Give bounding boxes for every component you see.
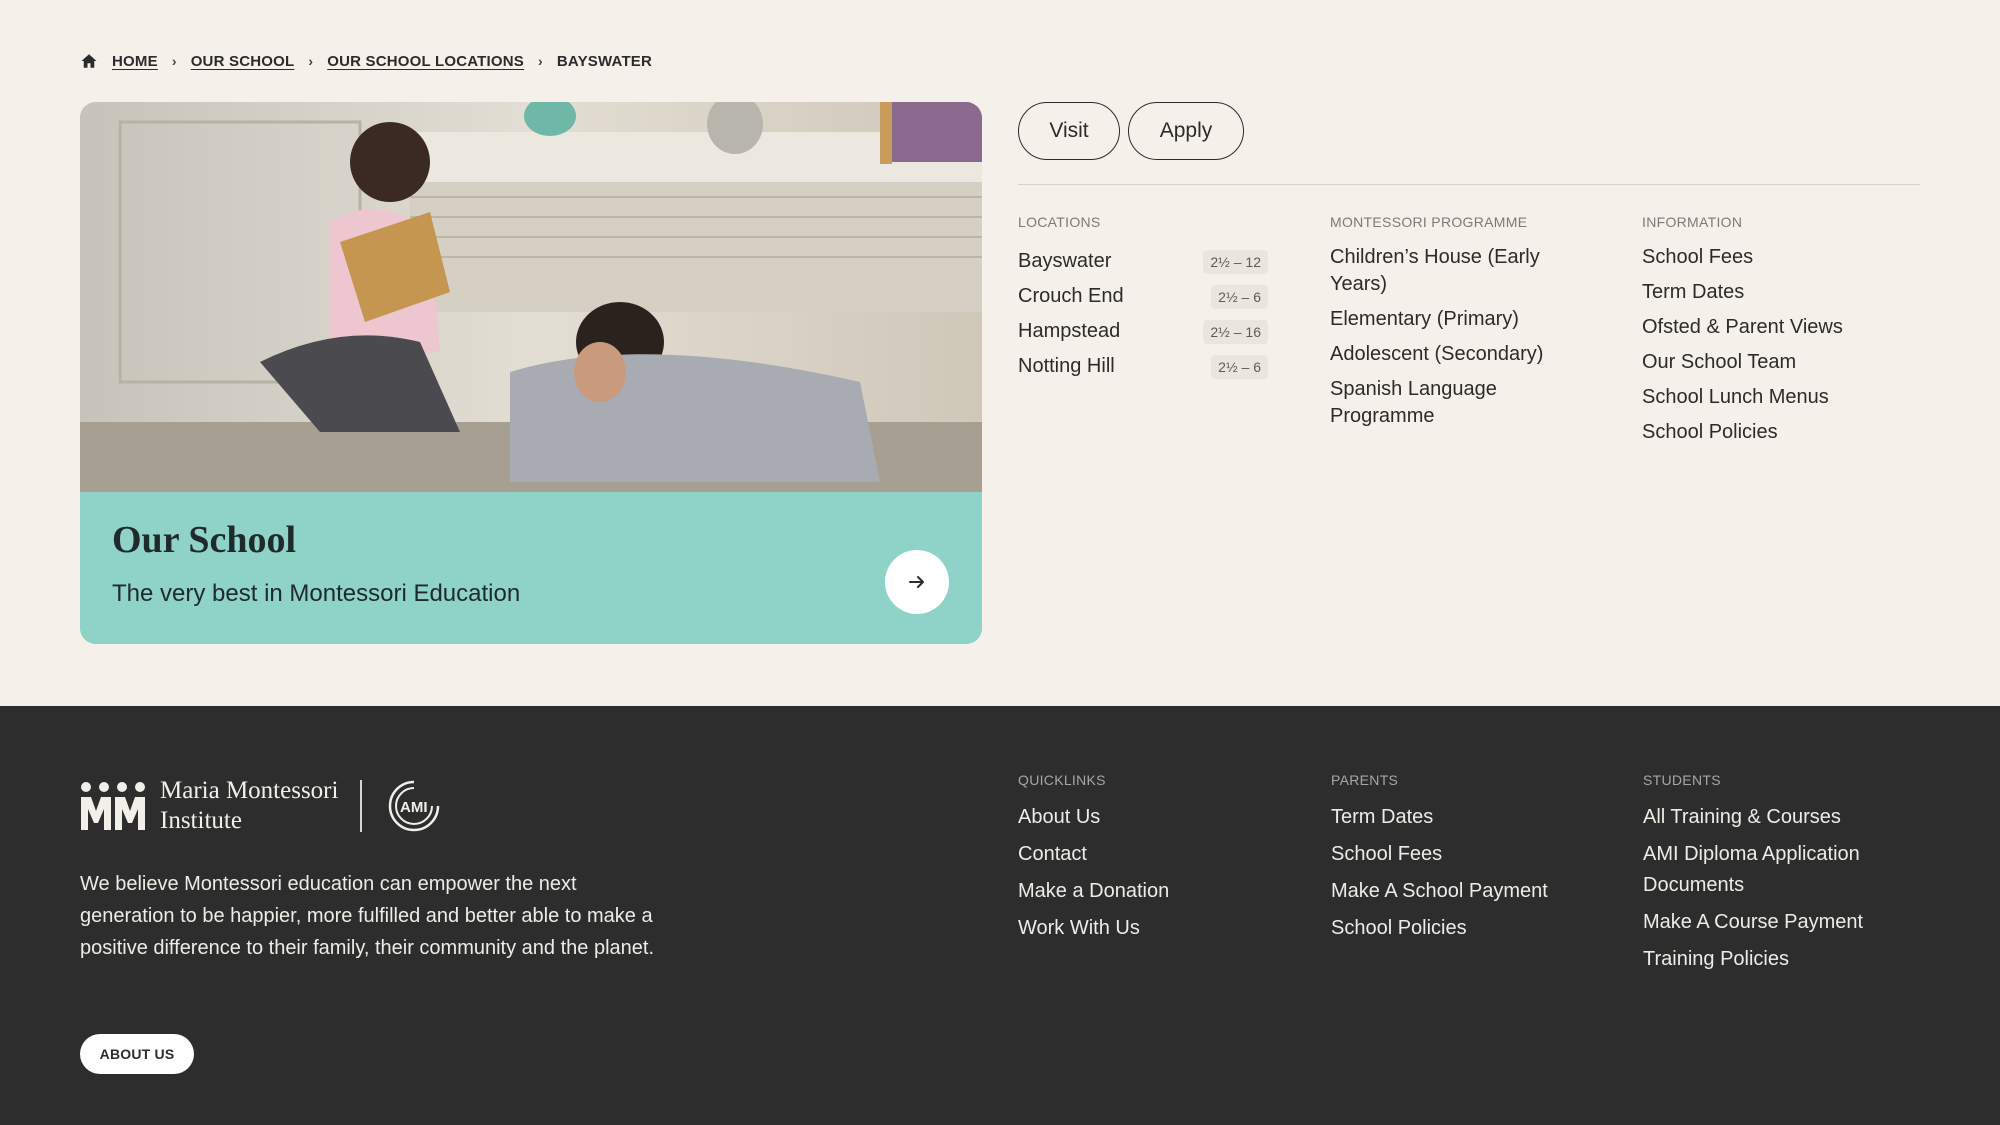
footer-link-course-payment[interactable]: Make A Course Payment [1643,907,1903,938]
arrow-right-button[interactable] [885,550,949,614]
visit-button[interactable]: Visit [1018,102,1120,160]
footer-link-contact[interactable]: Contact [1018,839,1278,870]
footer-link-ami-diploma[interactable]: AMI Diploma Application Documents [1643,839,1903,901]
footer-link-donation[interactable]: Make a Donation [1018,876,1278,907]
location-item-hampstead[interactable]: Hampstead 2½ – 16 [1018,314,1268,349]
footer: Maria Montessori Institute AMI We believ… [0,706,2000,1125]
parents-heading: PARENTS [1331,772,1399,788]
locations-column: LOCATIONS Bayswater 2½ – 12 Crouch End 2… [1018,214,1268,384]
quicklinks-heading: QUICKLINKS [1018,772,1106,788]
breadcrumb-school-locations[interactable]: OUR SCHOOL LOCATIONS [327,53,524,70]
card-body: Our School The very best in Montessori E… [80,492,982,644]
info-link-lunch-menus[interactable]: School Lunch Menus [1642,384,1892,411]
info-link-school-fees[interactable]: School Fees [1642,244,1892,271]
our-school-card[interactable]: Our School The very best in Montessori E… [80,102,982,644]
hero-photo [80,102,982,492]
programme-link-elementary[interactable]: Elementary (Primary) [1330,306,1580,333]
students-column: STUDENTS All Training & Courses AMI Dipl… [1643,772,1903,981]
card-subtitle: The very best in Montessori Education [112,580,521,607]
footer-link-training-policies[interactable]: Training Policies [1643,944,1903,975]
ami-badge-text: AMI [400,799,428,816]
breadcrumb-home[interactable]: HOME [112,53,158,70]
chevron-right-icon: › [171,53,177,69]
location-item-crouch-end[interactable]: Crouch End 2½ – 6 [1018,279,1268,314]
age-range-badge: 2½ – 6 [1211,354,1268,379]
information-heading: INFORMATION [1642,214,1743,230]
age-range-badge: 2½ – 6 [1211,284,1268,309]
ami-logo-icon: AMI [389,780,440,832]
quicklinks-column: QUICKLINKS About Us Contact Make a Donat… [1018,772,1278,950]
programme-link-childrens-house[interactable]: Children’s House (Early Years) [1330,244,1580,298]
chevron-right-icon: › [308,53,314,69]
footer-link-about-us[interactable]: About Us [1018,802,1278,833]
programme-column: MONTESSORI PROGRAMME Children’s House (E… [1330,214,1580,438]
programme-link-spanish[interactable]: Spanish Language Programme [1330,376,1580,430]
mission-statement: We believe Montessori education can empo… [80,873,654,959]
location-name: Crouch End [1018,285,1124,307]
home-icon[interactable] [80,52,98,70]
footer-link-school-payment[interactable]: Make A School Payment [1331,876,1591,907]
card-title: Our School [112,519,297,561]
logo-line-1: Maria Montessori [160,777,339,804]
logo-text: Maria Montessori Institute [160,776,338,836]
chevron-right-icon: › [538,53,543,69]
footer-link-school-fees[interactable]: School Fees [1331,839,1591,870]
arrow-right-icon [909,576,924,588]
programme-link-adolescent[interactable]: Adolescent (Secondary) [1330,341,1580,368]
age-range-badge: 2½ – 16 [1203,319,1268,344]
footer-link-term-dates[interactable]: Term Dates [1331,802,1591,833]
information-column: INFORMATION School Fees Term Dates Ofste… [1642,214,1892,454]
footer-link-work-with-us[interactable]: Work With Us [1018,913,1278,944]
logo-divider [360,780,363,832]
location-name: Notting Hill [1018,355,1115,377]
logo-line-2: Institute [160,807,242,834]
location-item-notting-hill[interactable]: Notting Hill 2½ – 6 [1018,349,1268,384]
mmi-logo-mark-icon [81,782,145,830]
breadcrumb-our-school[interactable]: OUR SCHOOL [191,53,295,70]
info-link-term-dates[interactable]: Term Dates [1642,279,1892,306]
location-name: Bayswater [1018,250,1112,272]
locations-heading: LOCATIONS [1018,214,1101,230]
apply-button[interactable]: Apply [1128,102,1244,160]
info-link-ofsted[interactable]: Ofsted & Parent Views [1642,314,1892,341]
breadcrumb: HOME › OUR SCHOOL › OUR SCHOOL LOCATIONS… [80,52,652,70]
age-range-badge: 2½ – 12 [1203,249,1268,274]
logo[interactable]: Maria Montessori Institute AMI [80,776,444,836]
footer-link-school-policies[interactable]: School Policies [1331,913,1591,944]
breadcrumb-current: BAYSWATER [556,52,653,70]
footer-link-training-courses[interactable]: All Training & Courses [1643,802,1903,833]
students-heading: STUDENTS [1643,772,1721,788]
about-us-button[interactable]: ABOUT US [80,1034,194,1074]
programme-heading: MONTESSORI PROGRAMME [1330,214,1528,230]
divider [1018,184,1920,185]
parents-column: PARENTS Term Dates School Fees Make A Sc… [1331,772,1591,950]
location-name: Hampstead [1018,320,1121,342]
location-item-bayswater[interactable]: Bayswater 2½ – 12 [1018,244,1268,279]
info-link-school-policies[interactable]: School Policies [1642,419,1892,446]
info-link-school-team[interactable]: Our School Team [1642,349,1892,376]
